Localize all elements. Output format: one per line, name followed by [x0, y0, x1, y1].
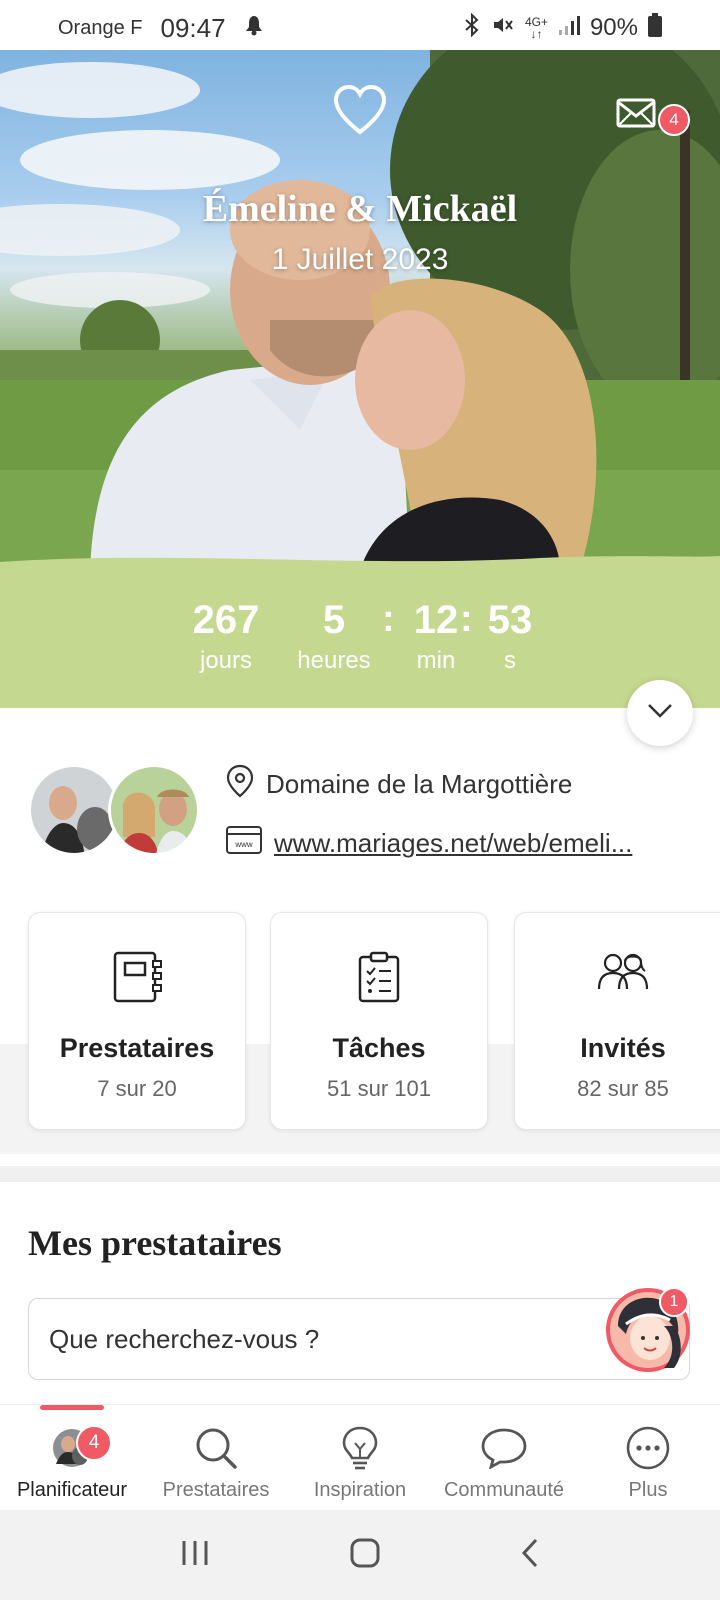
carrier-name: Orange F: [58, 16, 143, 39]
countdown-separator: :: [460, 598, 473, 640]
bluetooth-icon: [463, 12, 481, 43]
vendor-search-input[interactable]: Que recherchez-vous ?: [28, 1298, 690, 1380]
section-title: Mes prestataires: [28, 1223, 282, 1263]
signal-icon: [558, 14, 580, 42]
card-prestataires[interactable]: Prestataires 7 sur 20: [28, 912, 246, 1130]
nav-plus[interactable]: Plus: [576, 1423, 720, 1502]
countdown-days: 267 jours: [192, 598, 260, 674]
notebook-icon: [29, 951, 245, 1007]
notification-icon: [244, 14, 264, 42]
network-type: 4G+ ↓↑: [524, 15, 548, 41]
avatar-icon: [0, 1423, 144, 1473]
assistant-badge: 1: [659, 1287, 689, 1317]
website-icon: www: [226, 826, 262, 861]
nav-communaute[interactable]: Communauté: [432, 1423, 576, 1502]
card-progress: 7 sur 20: [97, 1076, 177, 1101]
countdown-seconds: 53 s: [487, 598, 533, 674]
card-progress: 82 sur 85: [577, 1076, 669, 1101]
more-icon: [576, 1423, 720, 1473]
expand-button[interactable]: [627, 680, 693, 746]
nav-planificateur[interactable]: Planificateur 4: [0, 1423, 144, 1502]
bottom-navigation: Planificateur 4 Prestataires Inspiration…: [0, 1404, 720, 1510]
chat-bubble-icon: [432, 1423, 576, 1473]
wave-divider: [0, 556, 720, 570]
battery-level: 90%: [589, 14, 638, 41]
avatar: [28, 764, 120, 856]
venue-name: Domaine de la Margottière: [266, 769, 573, 799]
planner-badge: 4: [76, 1425, 112, 1461]
couple-name: Émeline & Mickaël: [202, 188, 518, 230]
mute-icon: [491, 13, 515, 43]
lightbulb-icon: [288, 1423, 432, 1473]
couple-photo-banner: 4 Émeline & Mickaël 1 Juillet 2023: [0, 50, 720, 570]
nav-prestataires[interactable]: Prestataires: [144, 1423, 288, 1502]
website-link[interactable]: www.mariages.net/web/emeli...: [274, 828, 686, 859]
messages-icon[interactable]: [616, 98, 656, 133]
wedding-date: 1 Juillet 2023: [271, 243, 449, 276]
card-progress: 51 sur 101: [327, 1076, 431, 1101]
status-bar: Orange F 09:47 4G+ ↓↑ 90%: [0, 0, 720, 56]
card-title: Tâches: [332, 1033, 426, 1063]
guests-icon: [515, 951, 720, 1007]
chevron-down-icon: [647, 703, 673, 724]
section-divider: [0, 1166, 720, 1182]
heart-logo-icon: [332, 84, 388, 141]
location-pin-icon: [226, 764, 254, 805]
card-taches[interactable]: Tâches 51 sur 101: [270, 912, 488, 1130]
back-icon[interactable]: [520, 1537, 540, 1574]
search-placeholder: Que recherchez-vous ?: [49, 1323, 320, 1354]
website-row[interactable]: www www.mariages.net/web/emeli...: [226, 826, 686, 861]
nav-inspiration[interactable]: Inspiration: [288, 1423, 432, 1502]
system-navigation-bar: [0, 1510, 720, 1600]
home-icon[interactable]: [349, 1537, 381, 1574]
card-title: Prestataires: [59, 1033, 215, 1063]
messages-badge: 4: [658, 104, 690, 136]
couple-avatars[interactable]: [28, 764, 200, 858]
card-title: Invités: [580, 1033, 666, 1063]
recent-apps-icon[interactable]: [180, 1539, 210, 1572]
venue-row[interactable]: Domaine de la Margottière: [226, 764, 572, 805]
search-icon: [144, 1423, 288, 1473]
active-tab-indicator: [40, 1405, 104, 1410]
countdown-separator: :: [382, 598, 395, 640]
countdown-banner: 267 jours 5 heures : 12 min : 53 s: [0, 556, 720, 708]
avatar: [108, 764, 200, 856]
clock: 09:47: [160, 12, 226, 43]
clipboard-list-icon: [271, 951, 487, 1007]
svg-text:www: www: [234, 840, 253, 849]
countdown-hours: 5 heures: [297, 598, 371, 674]
card-invites[interactable]: Invités 82 sur 85: [514, 912, 720, 1130]
battery-icon: [648, 13, 662, 43]
